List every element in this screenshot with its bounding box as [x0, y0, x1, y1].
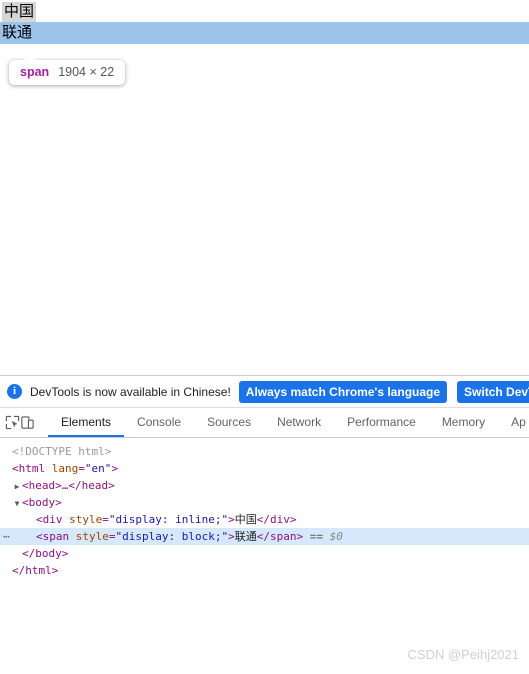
span-tag-name: span [42, 530, 70, 543]
tab-elements[interactable]: Elements [48, 408, 125, 437]
console-ref-equals: == [309, 530, 323, 543]
div-open-bracket: < [36, 513, 43, 526]
span-text-node: 联通 [234, 530, 257, 543]
tab-performance[interactable]: Performance [334, 408, 429, 437]
span-style-attr-value: "display: block;" [115, 530, 229, 543]
div-text-node: 中国 [234, 513, 257, 526]
dom-row[interactable]: <html lang="en"> [0, 460, 529, 477]
span-gt-bracket: > [228, 530, 235, 543]
page-viewport: 中国 联通 span 1904 × 22 [0, 0, 529, 376]
head-node: <head>…</head> [22, 479, 115, 492]
devtools-panel: i DevTools is now available in Chinese! … [0, 376, 529, 674]
span-style-attr-name: style [75, 530, 109, 543]
locale-notification-banner: i DevTools is now available in Chinese! … [0, 376, 529, 408]
div-tag-name: div [42, 513, 63, 526]
dom-row[interactable]: ▼ <body> [0, 494, 529, 511]
overflow-ellipsis-icon[interactable]: ⋯ [3, 528, 11, 545]
dom-row-selected[interactable]: ⋯ <span style="display: block;">联通</span>… [0, 528, 529, 545]
tooltip-tag-name: span [20, 65, 50, 79]
banner-message: DevTools is now available in Chinese! [30, 384, 231, 399]
html-attr-equals: = [78, 462, 85, 475]
page-span-block-element[interactable]: 联通 [0, 22, 529, 44]
body-collapse-twisty-icon[interactable]: ▼ [12, 495, 22, 512]
html-tag-name: html [18, 462, 46, 475]
switch-devtools-button[interactable]: Switch DevTools [457, 380, 529, 403]
span-open-bracket: < [36, 530, 43, 543]
inspector-size-tooltip: span 1904 × 22 [9, 54, 126, 85]
html-close-bracket: > [111, 462, 118, 475]
tab-memory[interactable]: Memory [429, 408, 498, 437]
span-attr-equals: = [108, 530, 116, 543]
body-close-tag: </body> [22, 547, 69, 560]
devtools-tabstrip: Elements Console Sources Network Perform… [0, 408, 529, 438]
dom-row[interactable]: </body> [0, 545, 529, 562]
device-toolbar-icon[interactable] [20, 410, 35, 436]
dom-row[interactable]: </html> [0, 562, 529, 579]
div-style-attr-name: style [69, 513, 103, 526]
html-lang-attr-value: "en" [84, 462, 112, 475]
div-gt-bracket: > [228, 513, 235, 526]
tooltip-dimensions: 1904 × 22 [58, 65, 115, 79]
div-style-attr-value: "display: inline;" [108, 513, 229, 526]
tab-application[interactable]: Ap [498, 408, 529, 437]
tab-sources[interactable]: Sources [194, 408, 264, 437]
elements-dom-tree[interactable]: <!DOCTYPE html> <html lang="en"> ▶ <head>… [0, 438, 529, 673]
html-open-bracket: < [12, 462, 19, 475]
console-ref-dollar-zero: $0 [329, 530, 343, 543]
html-close-tag: </html> [12, 564, 59, 577]
dom-row[interactable]: ▶ <head>…</head> [0, 477, 529, 494]
head-expand-twisty-icon[interactable]: ▶ [12, 478, 22, 495]
tab-network[interactable]: Network [264, 408, 334, 437]
div-attr-equals: = [102, 513, 109, 526]
inspect-element-icon[interactable] [5, 410, 20, 436]
page-div-inline-element[interactable]: 中国 [2, 2, 37, 22]
info-icon: i [7, 384, 22, 399]
html-lang-attr-name: lang [51, 462, 79, 475]
devtools-screenshot: 中国 联通 span 1904 × 22 i DevTools is now a… [0, 0, 529, 674]
doctype-node: <!DOCTYPE html> [12, 445, 112, 458]
span-close-tag: </span> [256, 530, 304, 543]
dom-row[interactable]: <div style="display: inline;">中国</div> [0, 511, 529, 528]
tab-console[interactable]: Console [124, 408, 194, 437]
div-close-tag: </div> [256, 513, 297, 526]
always-match-language-button[interactable]: Always match Chrome's language [238, 380, 448, 403]
watermark: CSDN @Peihj2021 [407, 647, 519, 662]
dom-row[interactable]: <!DOCTYPE html> [0, 443, 529, 460]
body-open-tag: <body> [22, 496, 62, 509]
